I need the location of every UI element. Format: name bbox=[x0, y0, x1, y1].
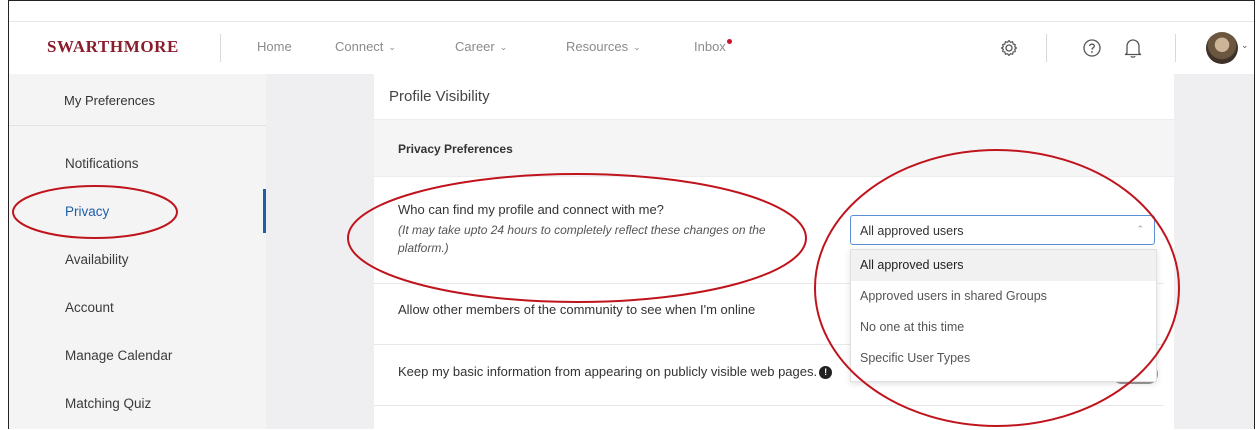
sidebar-item-account[interactable]: Account bbox=[65, 300, 114, 315]
nav-connect[interactable]: Connect ⌄ bbox=[335, 39, 396, 54]
nav-inbox[interactable]: Inbox bbox=[694, 39, 732, 54]
online-status-question: Allow other members of the community to … bbox=[398, 302, 756, 317]
sidebar-title: My Preferences bbox=[64, 93, 156, 108]
sidebar-item-privacy[interactable]: Privacy bbox=[65, 204, 109, 219]
nav-home[interactable]: Home bbox=[257, 39, 292, 54]
chevron-up-icon: ⌃ bbox=[1136, 224, 1144, 234]
option-specific-user-types[interactable]: Specific User Types bbox=[851, 343, 1156, 374]
nav-resources[interactable]: Resources ⌄ bbox=[566, 39, 641, 54]
visibility-dropdown-menu: All approved users Approved users in sha… bbox=[850, 249, 1157, 382]
unread-indicator bbox=[726, 39, 732, 44]
top-navigation-bar: SWARTHMORE Home Connect ⌄ Career ⌄ Resourc… bbox=[9, 21, 1254, 75]
divider bbox=[1046, 34, 1047, 62]
public-info-question: Keep my basic information from appearing… bbox=[398, 364, 833, 380]
sidebar-item-matching-quiz[interactable]: Matching Quiz bbox=[65, 396, 151, 411]
chevron-down-icon: ⌄ bbox=[388, 42, 396, 52]
public-info-question-label: Keep my basic information from appearing… bbox=[398, 364, 818, 379]
section-title: Profile Visibility bbox=[389, 88, 490, 105]
bell-icon[interactable] bbox=[1123, 37, 1143, 64]
info-icon[interactable]: ! bbox=[819, 366, 833, 379]
nav-home-label: Home bbox=[257, 39, 292, 54]
nav-inbox-label: Inbox bbox=[694, 39, 726, 54]
profile-visibility-select[interactable]: All approved users ⌃ bbox=[850, 215, 1155, 245]
sidebar-header: My Preferences bbox=[9, 74, 266, 126]
divider bbox=[1175, 34, 1176, 62]
option-approved-users-shared-groups[interactable]: Approved users in shared Groups bbox=[851, 281, 1156, 312]
subsection-title: Privacy Preferences bbox=[398, 142, 513, 156]
nav-connect-label: Connect bbox=[335, 39, 384, 54]
chevron-down-icon: ⌄ bbox=[499, 42, 508, 52]
option-all-approved-users[interactable]: All approved users bbox=[851, 250, 1156, 281]
subsection-header: Privacy Preferences bbox=[374, 119, 1174, 177]
help-icon[interactable] bbox=[1082, 38, 1102, 63]
sidebar-item-manage-calendar[interactable]: Manage Calendar bbox=[65, 348, 172, 363]
privacy-panel: Profile Visibility Privacy Preferences W… bbox=[374, 74, 1174, 429]
nav-career-label: Career bbox=[455, 39, 495, 54]
gear-icon[interactable] bbox=[999, 38, 1019, 63]
chevron-down-icon: ⌄ bbox=[633, 42, 641, 52]
swarthmore-logo[interactable]: SWARTHMORE bbox=[47, 37, 179, 57]
chevron-down-icon[interactable]: ⌄ bbox=[1241, 40, 1249, 51]
nav-resources-label: Resources bbox=[566, 39, 629, 54]
profile-visibility-question: Who can find my profile and connect with… bbox=[398, 202, 664, 217]
nav-career[interactable]: Career ⌄ bbox=[455, 39, 507, 54]
select-value: All approved users bbox=[860, 224, 964, 238]
divider bbox=[374, 405, 1164, 406]
avatar[interactable] bbox=[1206, 32, 1238, 64]
divider bbox=[220, 34, 221, 62]
preferences-sidebar: My Preferences Notifications Privacy Ava… bbox=[9, 74, 266, 429]
sidebar-item-availability[interactable]: Availability bbox=[65, 252, 129, 267]
app-window: SWARTHMORE Home Connect ⌄ Career ⌄ Resourc… bbox=[8, 0, 1255, 429]
sidebar-item-notifications[interactable]: Notifications bbox=[65, 156, 139, 171]
profile-visibility-note: (It may take upto 24 hours to completely… bbox=[398, 223, 766, 255]
option-no-one[interactable]: No one at this time bbox=[851, 312, 1156, 343]
